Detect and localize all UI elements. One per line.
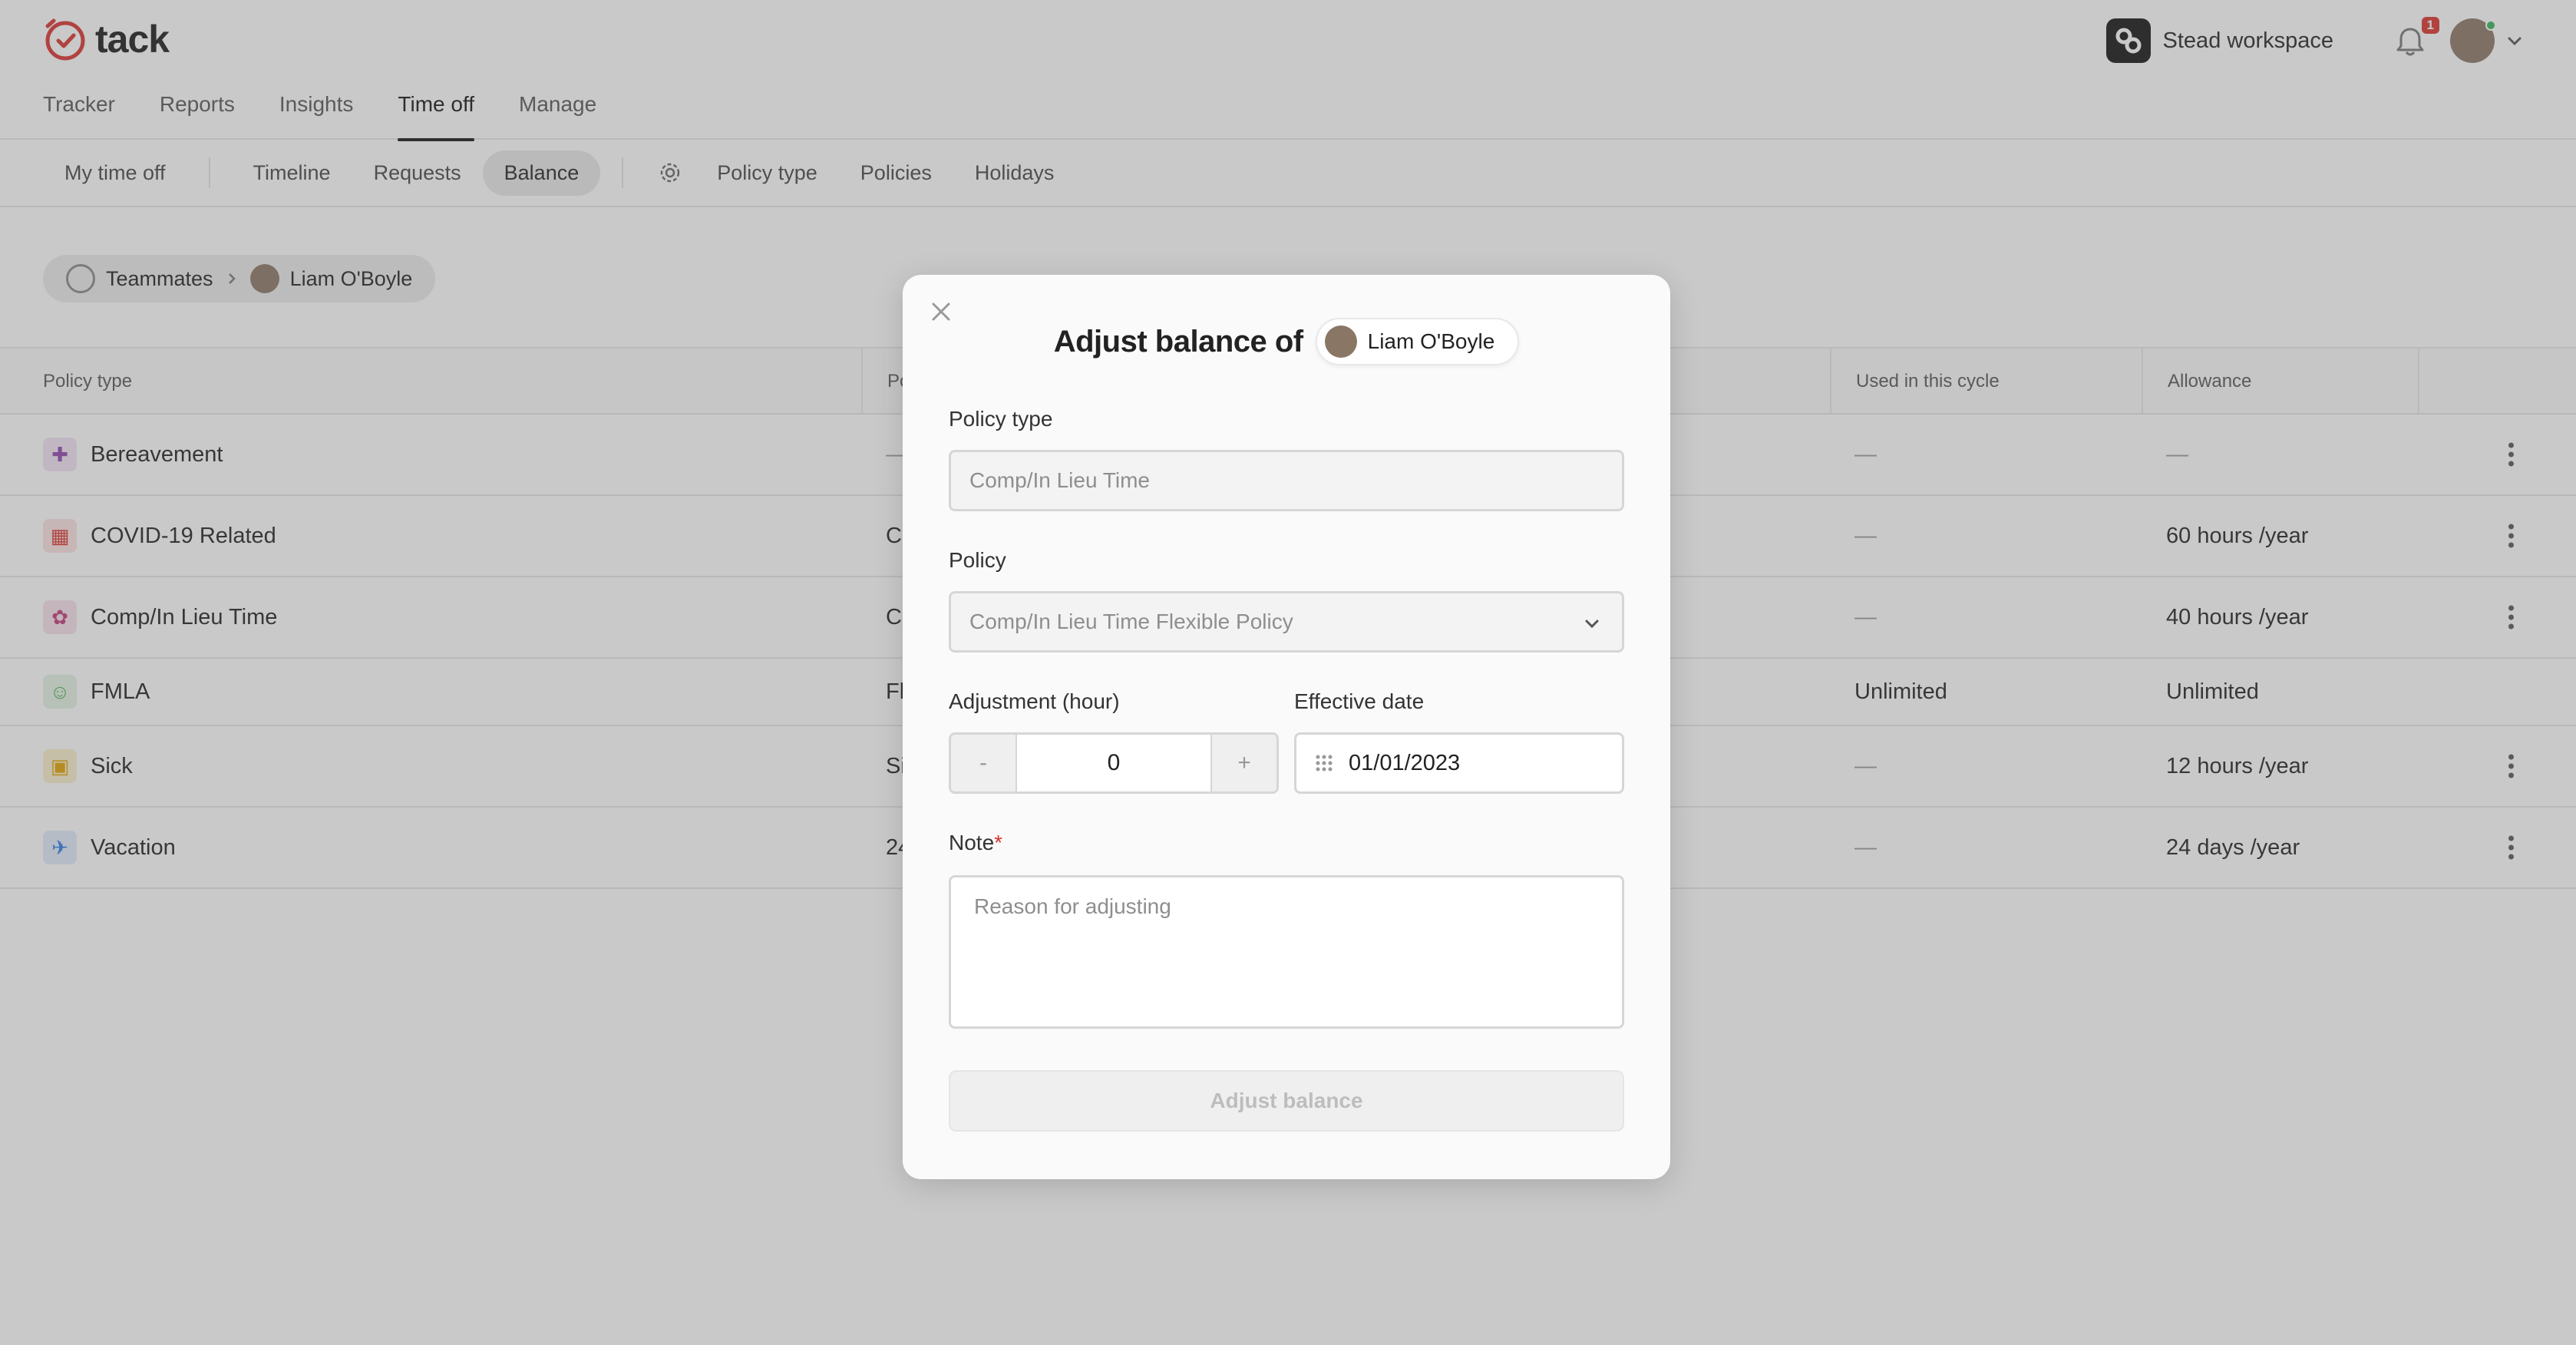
user-chip-name: Liam O'Boyle xyxy=(1367,329,1495,353)
dialog-title: Adjust balance of xyxy=(1053,324,1303,359)
policy-label: Policy xyxy=(949,548,1006,572)
required-marker: * xyxy=(994,831,1003,854)
adjust-balance-button[interactable]: Adjust balance xyxy=(949,1070,1624,1132)
note-textarea[interactable]: Reason for adjusting xyxy=(949,875,1624,1029)
policy-select-value: Comp/In Lieu Time Flexible Policy xyxy=(969,610,1293,633)
effective-date-label: Effective date xyxy=(1294,689,1425,713)
increment-button[interactable]: + xyxy=(1212,735,1276,791)
user-chip: Liam O'Boyle xyxy=(1315,318,1520,365)
policy-select[interactable]: Comp/In Lieu Time Flexible Policy xyxy=(949,591,1624,653)
adjustment-label: Adjustment (hour) xyxy=(949,689,1120,713)
dialog-header: Adjust balance of Liam O'Boyle xyxy=(903,318,1670,365)
note-label-text: Note xyxy=(949,831,995,854)
note-placeholder: Reason for adjusting xyxy=(974,894,1171,918)
decrement-button[interactable]: - xyxy=(951,735,1016,791)
effective-date-value: 01/01/2023 xyxy=(1349,750,1461,775)
chevron-down-icon xyxy=(1585,620,1599,629)
effective-date-field[interactable]: 01/01/2023 xyxy=(1294,732,1624,794)
adjustment-stepper: - 0 + xyxy=(949,732,1279,794)
adjustment-input[interactable]: 0 xyxy=(1016,735,1212,791)
drag-handle-icon xyxy=(1316,755,1333,772)
policy-type-value: Comp/In Lieu Time xyxy=(969,468,1150,492)
policy-type-label: Policy type xyxy=(949,407,1053,431)
adjust-balance-dialog: Adjust balance of Liam O'Boyle Policy ty… xyxy=(903,275,1670,1179)
avatar xyxy=(1324,326,1357,358)
policy-type-field: Comp/In Lieu Time xyxy=(949,450,1624,511)
note-label: Note* xyxy=(949,831,1002,855)
